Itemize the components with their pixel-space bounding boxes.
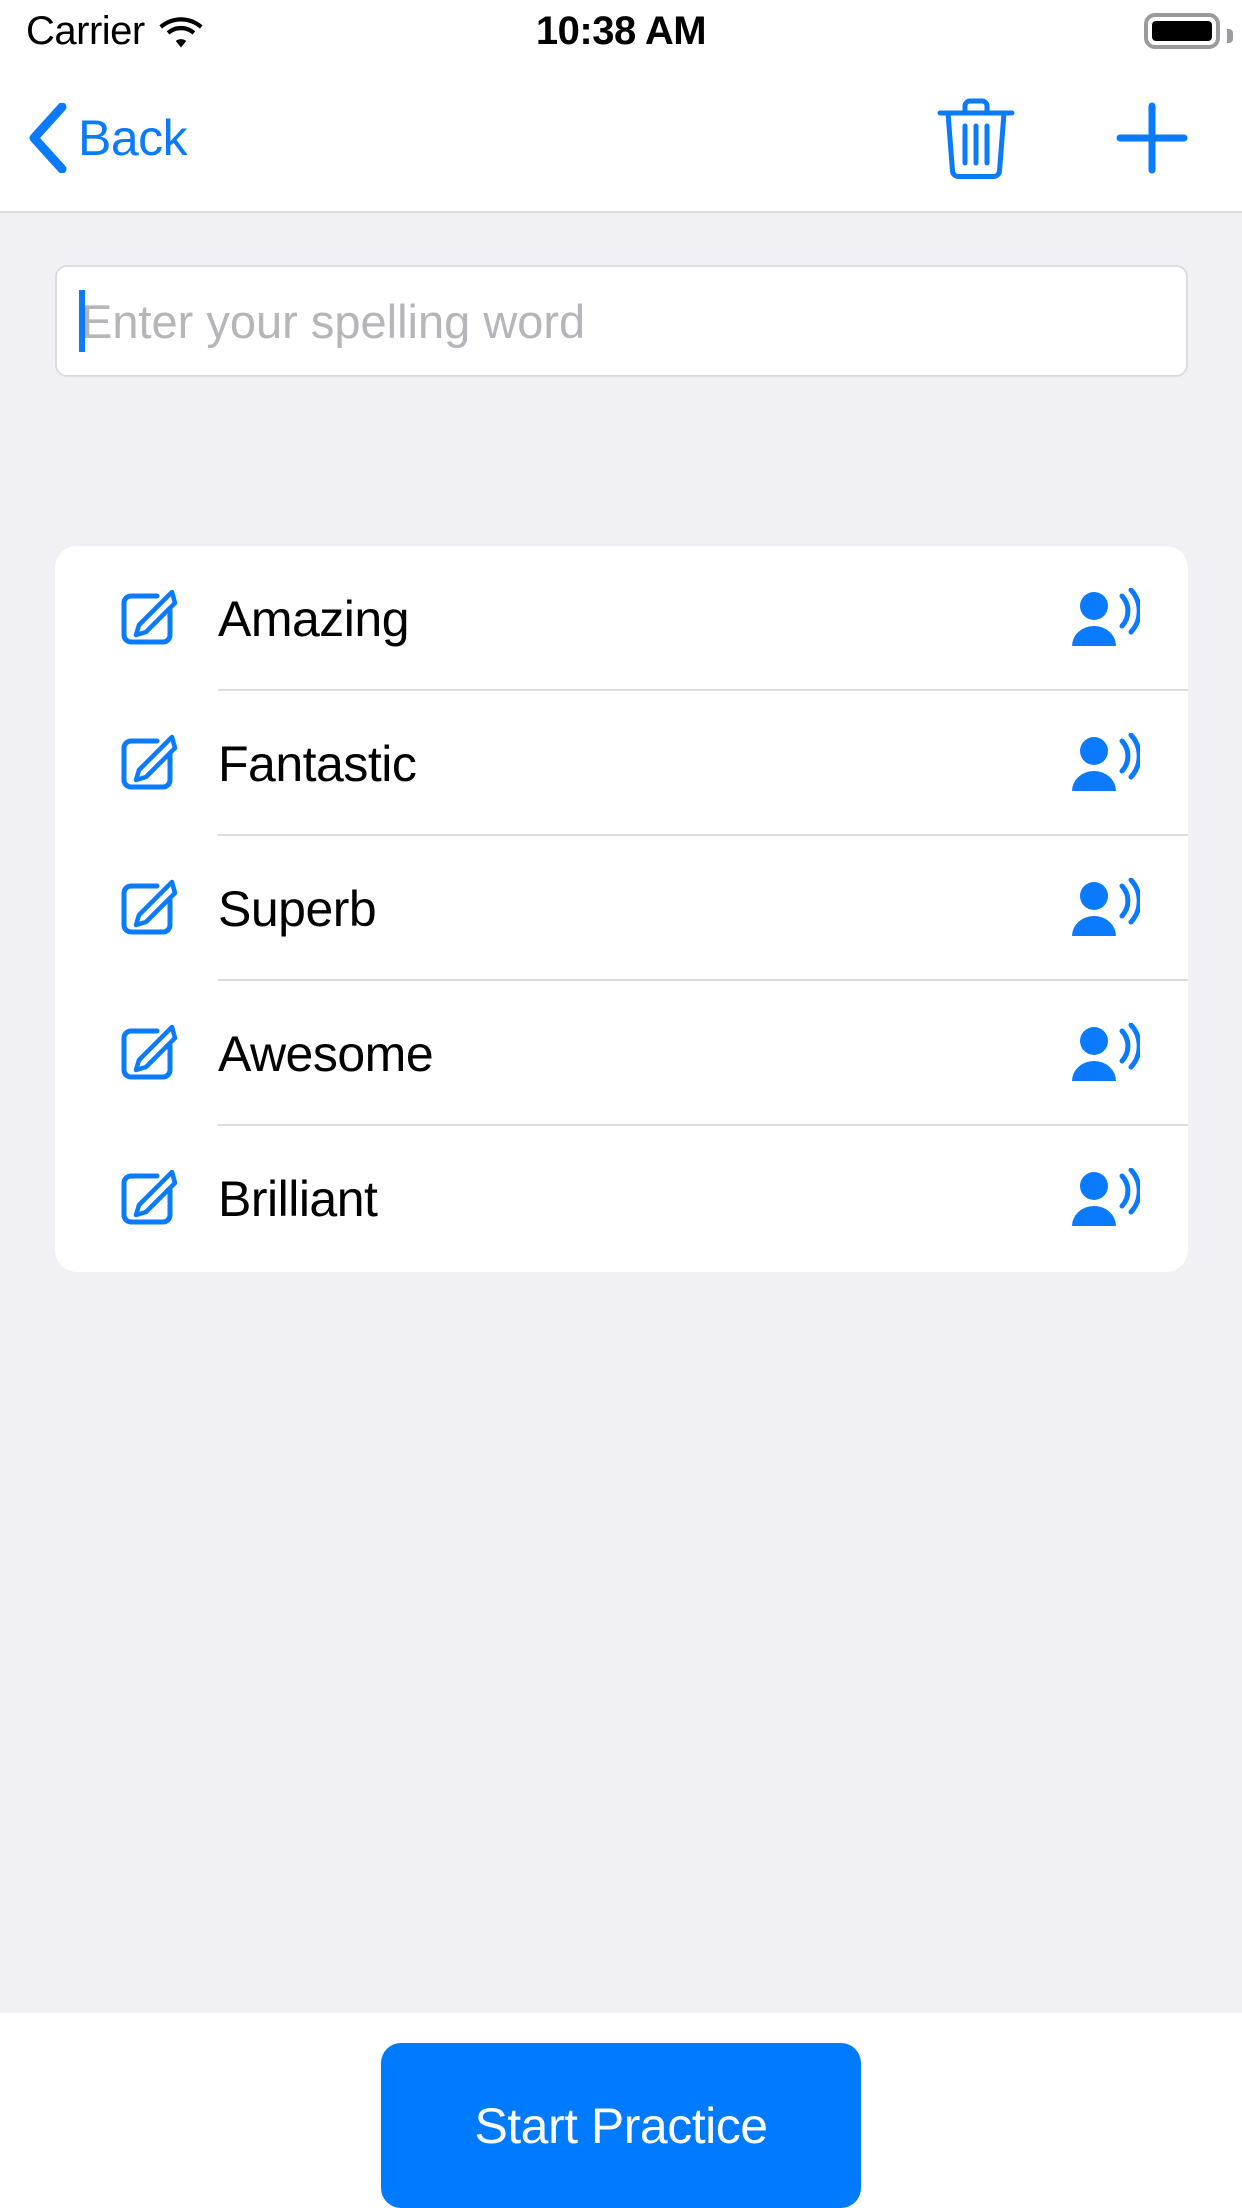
speak-word-button[interactable] — [1068, 877, 1140, 940]
plus-icon — [1116, 102, 1188, 173]
edit-word-button[interactable] — [117, 1168, 179, 1230]
square-and-pencil-icon — [121, 879, 178, 934]
status-bar: Carrier 10:38 AM — [0, 0, 1242, 62]
square-and-pencil-icon — [121, 1169, 178, 1224]
speak-word-button[interactable] — [1068, 1167, 1140, 1230]
spelling-word-input[interactable] — [55, 265, 1188, 377]
add-word-button[interactable] — [1106, 62, 1198, 213]
word-list-item[interactable]: Amazing — [55, 546, 1188, 691]
back-button-label: Back — [78, 109, 188, 166]
speak-word-button[interactable] — [1068, 587, 1140, 650]
word-label: Awesome — [218, 1025, 434, 1082]
word-label: Superb — [218, 880, 377, 937]
speak-word-button[interactable] — [1068, 732, 1140, 795]
word-label: Amazing — [218, 590, 410, 647]
speak-word-button[interactable] — [1068, 1022, 1140, 1085]
square-and-pencil-icon — [121, 1024, 178, 1079]
word-list-item[interactable]: Superb — [55, 836, 1188, 981]
word-label: Brilliant — [218, 1170, 378, 1227]
person-wave-icon — [1072, 1167, 1140, 1226]
start-practice-button[interactable]: Start Practice — [381, 2043, 861, 2208]
status-bar-time: 10:38 AM — [535, 8, 707, 53]
person-wave-icon — [1072, 1022, 1140, 1081]
edit-word-button[interactable] — [117, 588, 179, 650]
person-wave-icon — [1072, 877, 1140, 936]
word-list-item[interactable]: Fantastic — [55, 691, 1188, 836]
edit-word-button[interactable] — [117, 1023, 179, 1085]
person-wave-icon — [1072, 587, 1140, 646]
delete-all-button[interactable] — [930, 62, 1022, 213]
trash-icon — [937, 98, 1015, 179]
app-screen: Carrier 10:38 AM Back Enter your spellin… — [0, 0, 1242, 2208]
word-list-card: Amazing Fantastic Superb Awesome Brillia… — [55, 546, 1188, 1272]
edit-word-button[interactable] — [117, 878, 179, 940]
edit-word-button[interactable] — [117, 733, 179, 795]
status-bar-right — [1144, 0, 1233, 62]
content-area: Amazing Fa — [0, 213, 1242, 2013]
battery-nub — [1227, 29, 1233, 43]
chevron-left-icon — [29, 102, 67, 173]
battery-level-fill — [1152, 21, 1212, 41]
person-wave-icon — [1072, 732, 1140, 791]
word-list-item[interactable]: Brilliant — [55, 1126, 1188, 1271]
battery-full-icon — [1144, 13, 1233, 49]
word-label: Fantastic — [218, 735, 417, 792]
square-and-pencil-icon — [121, 589, 178, 644]
footer-bar: Start Practice — [0, 2013, 1242, 2208]
square-and-pencil-icon — [121, 734, 178, 789]
word-list-item[interactable]: Awesome — [55, 981, 1188, 1126]
back-button[interactable]: Back — [26, 62, 188, 213]
text-cursor — [79, 290, 85, 352]
navigation-bar: Back — [0, 62, 1242, 213]
